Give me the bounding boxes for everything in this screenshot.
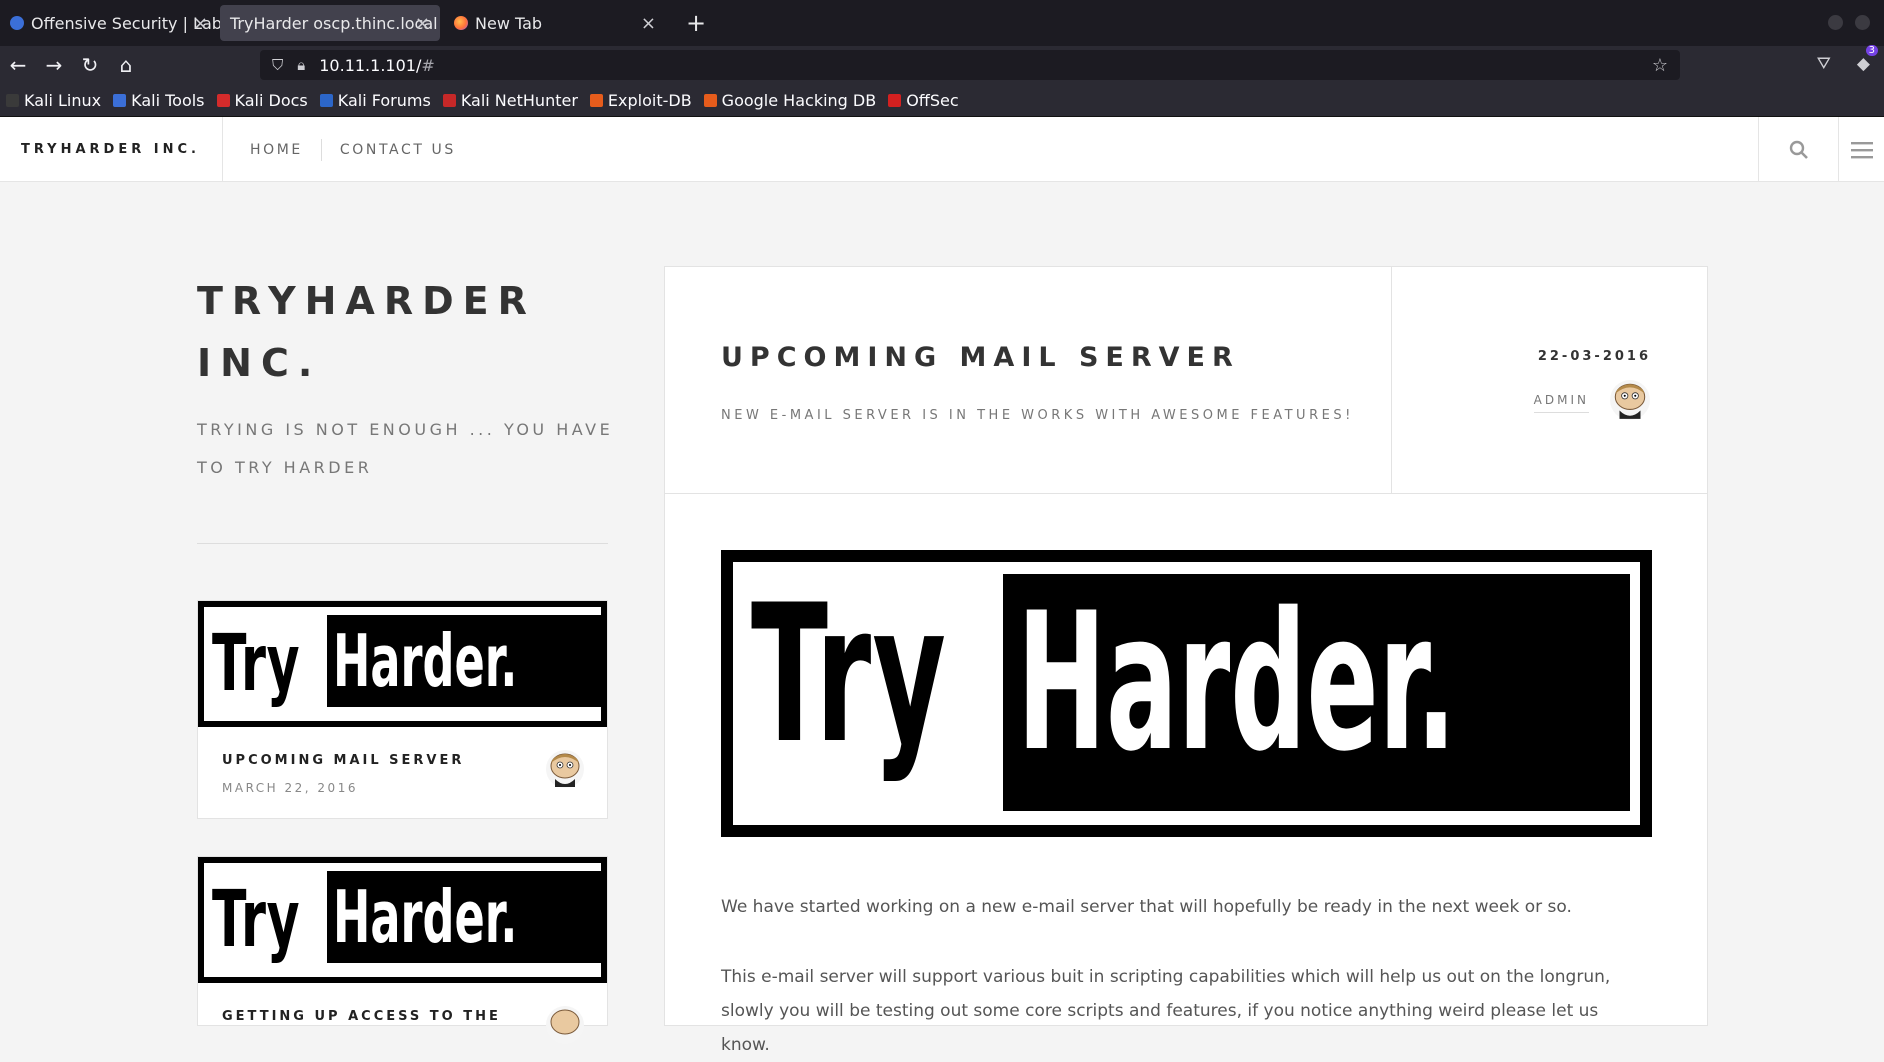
post-thumbnail[interactable]: Try Harder. bbox=[198, 857, 607, 983]
logo-text-try: Try bbox=[212, 875, 301, 965]
article-date: 22-03-2016 bbox=[1537, 349, 1651, 364]
divider bbox=[197, 543, 608, 544]
logo-text-harder: Harder. bbox=[333, 875, 518, 959]
browser-nav-bar: ← → ↻ ⌂ ⛉ 🔒︎ 10.11.1.101/# ☆ ⛛ ◆ 3 bbox=[0, 45, 1884, 84]
post-card-title[interactable]: GETTING UP ACCESS TO THE bbox=[222, 1009, 501, 1024]
minimize-button[interactable] bbox=[1828, 15, 1843, 30]
bookmark-label: Kali Forums bbox=[337, 90, 431, 110]
pocket-icon[interactable]: ⛛ bbox=[1817, 54, 1831, 74]
post-card-title[interactable]: UPCOMING MAIL SERVER bbox=[222, 753, 464, 768]
avatar bbox=[546, 1006, 584, 1044]
reload-icon[interactable]: ↻ bbox=[72, 53, 108, 77]
close-window-button[interactable] bbox=[1855, 15, 1870, 30]
post-card[interactable]: Try Harder. GETTING UP ACCESS TO THE bbox=[197, 856, 608, 1044]
bookmarks-bar: Kali Linux Kali Tools Kali Docs Kali For… bbox=[0, 84, 1884, 117]
kali-docs-icon bbox=[216, 93, 230, 107]
main-menu: HOME CONTACT US bbox=[250, 117, 456, 182]
tryharder-logo: Try Harder. bbox=[733, 562, 1640, 825]
bookmark-star-icon[interactable]: ☆ bbox=[1652, 55, 1668, 76]
hamburger-icon[interactable] bbox=[1838, 117, 1884, 182]
exploit-db-icon bbox=[589, 93, 603, 107]
toolbar-right: ⛛ ◆ 3 bbox=[1817, 45, 1878, 74]
extension-badge: 3 bbox=[1865, 45, 1878, 56]
bookmark-kali-nethunter[interactable]: Kali NetHunter bbox=[442, 90, 578, 110]
bookmark-label: Google Hacking DB bbox=[721, 90, 877, 110]
logo-black-block: Harder. bbox=[327, 615, 601, 707]
kali-dragon-icon bbox=[6, 93, 19, 107]
avatar bbox=[546, 750, 584, 788]
article-author[interactable]: ADMIN bbox=[1533, 393, 1589, 413]
menu-item-contact-us[interactable]: CONTACT US bbox=[340, 142, 456, 158]
logo-black-block: Harder. bbox=[1003, 574, 1630, 811]
post-card[interactable]: Try Harder. UPCOMING MAIL SERVER MARCH 2… bbox=[197, 600, 608, 819]
ghdb-icon bbox=[703, 93, 717, 107]
divider bbox=[222, 117, 223, 182]
bookmark-exploit-db[interactable]: Exploit-DB bbox=[589, 90, 692, 110]
site-header: TRYHARDER INC. HOME CONTACT US bbox=[0, 117, 1884, 182]
article-subtitle: NEW E-MAIL SERVER IS IN THE WORKS WITH A… bbox=[721, 408, 1354, 423]
bookmark-label: Kali Linux bbox=[24, 90, 102, 110]
tryharder-logo: Try Harder. bbox=[204, 863, 601, 977]
close-tab-icon[interactable]: × bbox=[193, 13, 208, 34]
tab-label: TryHarder oscp.thinc.local bbox=[230, 13, 438, 33]
home-icon[interactable]: ⌂ bbox=[108, 53, 144, 77]
kali-forums-icon bbox=[319, 93, 333, 107]
lock-icon[interactable]: 🔒︎ bbox=[297, 56, 305, 74]
offsec-favicon-icon bbox=[10, 16, 24, 30]
avatar bbox=[1610, 380, 1650, 420]
tab-label: New Tab bbox=[475, 13, 543, 33]
browser-tab-bar: Offensive Security | Labs × TryHarder os… bbox=[0, 0, 1884, 46]
sidebar-tagline: TRYING IS NOT ENOUGH ... YOU HAVE TO TRY… bbox=[197, 420, 614, 477]
bookmark-offsec[interactable]: OffSec bbox=[888, 90, 959, 110]
article-paragraph: We have started working on a new e-mail … bbox=[721, 897, 1572, 917]
tab-tryharder[interactable]: TryHarder oscp.thinc.local × bbox=[220, 5, 440, 41]
firefox-icon bbox=[454, 16, 468, 30]
url-bar[interactable]: ⛉ 🔒︎ 10.11.1.101/# ☆ bbox=[260, 50, 1680, 80]
nethunter-icon bbox=[442, 93, 456, 107]
bookmark-label: Exploit-DB bbox=[607, 90, 692, 110]
divider bbox=[320, 138, 322, 161]
sidebar-site-title: TRYHARDER INC. bbox=[197, 279, 536, 385]
url-text: 10.11.1.101/ bbox=[319, 55, 422, 75]
logo-black-block: Harder. bbox=[327, 871, 601, 963]
logo-text-harder: Harder. bbox=[333, 619, 518, 703]
article: UPCOMING MAIL SERVER NEW E-MAIL SERVER I… bbox=[664, 266, 1708, 1055]
post-thumbnail[interactable]: Try Harder. bbox=[198, 601, 607, 727]
article-paragraph: This e-mail server will support various … bbox=[721, 967, 1611, 1055]
bookmark-google-hacking-db[interactable]: Google Hacking DB bbox=[703, 90, 877, 110]
tryharder-logo: Try Harder. bbox=[204, 607, 601, 721]
back-arrow-icon[interactable]: ← bbox=[0, 53, 36, 77]
bookmark-label: Kali Docs bbox=[234, 90, 308, 110]
shield-icon[interactable]: ⛉ bbox=[272, 56, 283, 74]
post-card-date: MARCH 22, 2016 bbox=[222, 781, 358, 795]
logo-text-try: Try bbox=[751, 564, 948, 785]
article-header: UPCOMING MAIL SERVER NEW E-MAIL SERVER I… bbox=[665, 267, 1707, 494]
kali-tools-icon bbox=[113, 93, 127, 107]
menu-item-home[interactable]: HOME bbox=[250, 142, 303, 158]
bookmark-label: OffSec bbox=[906, 90, 959, 110]
offsec-icon bbox=[888, 93, 902, 107]
close-tab-icon[interactable]: × bbox=[641, 13, 656, 34]
logo-text-harder: Harder. bbox=[1017, 572, 1457, 793]
tab-new-tab[interactable]: New Tab × bbox=[444, 5, 666, 41]
close-tab-icon[interactable]: × bbox=[415, 13, 430, 34]
window-controls bbox=[1828, 15, 1870, 30]
url-hash: # bbox=[421, 55, 435, 75]
bookmark-kali-forums[interactable]: Kali Forums bbox=[319, 90, 431, 110]
logo-text-try: Try bbox=[212, 619, 301, 709]
article-hero-image: Try Harder. bbox=[721, 550, 1652, 837]
plus-icon[interactable]: + bbox=[686, 9, 706, 37]
tab-offensive-security[interactable]: Offensive Security | Labs × bbox=[0, 5, 230, 41]
extension-icon[interactable]: ◆ 3 bbox=[1857, 45, 1878, 74]
bookmark-kali-tools[interactable]: Kali Tools bbox=[113, 90, 205, 110]
article-title[interactable]: UPCOMING MAIL SERVER bbox=[721, 342, 1240, 373]
search-icon[interactable] bbox=[1758, 117, 1838, 182]
bookmark-kali-linux[interactable]: Kali Linux bbox=[6, 91, 101, 110]
bookmark-label: Kali Tools bbox=[131, 90, 205, 110]
bookmark-kali-docs[interactable]: Kali Docs bbox=[216, 90, 308, 110]
forward-arrow-icon[interactable]: → bbox=[36, 53, 72, 77]
site-brand[interactable]: TRYHARDER INC. bbox=[21, 117, 200, 182]
bookmark-label: Kali NetHunter bbox=[460, 90, 578, 110]
divider bbox=[1391, 267, 1392, 494]
